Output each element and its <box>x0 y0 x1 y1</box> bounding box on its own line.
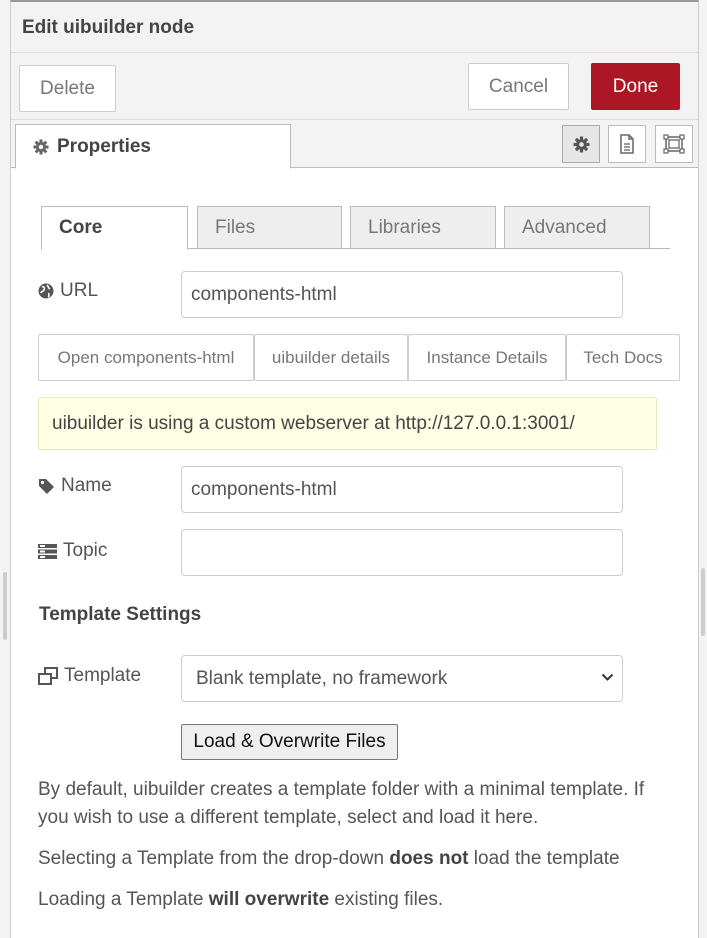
document-icon <box>620 134 634 154</box>
topic-label: Topic <box>38 540 107 562</box>
gear-icon <box>573 136 589 152</box>
load-overwrite-button[interactable]: Load & Overwrite Files <box>181 724 398 760</box>
chevron-down-icon <box>601 673 614 681</box>
help-p3-text: Loading a Template <box>38 889 209 910</box>
template-label-text: Template <box>64 665 142 686</box>
help-p2-text: Selecting a Template from the drop-down <box>38 848 390 869</box>
url-input[interactable]: components-html <box>181 271 623 318</box>
right-scrollbar[interactable] <box>701 568 705 636</box>
properties-content: Core Files Libraries Advanced URL compon… <box>11 168 698 938</box>
tag-icon <box>39 479 54 494</box>
tab-libraries[interactable]: Libraries <box>350 206 496 249</box>
frame-icon <box>663 134 685 154</box>
tab-advanced[interactable]: Advanced <box>504 206 650 249</box>
help-p3-bold: will overwrite <box>208 889 330 910</box>
topic-label-text: Topic <box>63 540 108 561</box>
delete-button[interactable]: Delete <box>19 65 116 112</box>
tray-header: Edit uibuilder node <box>11 2 698 53</box>
help-paragraph-3: Loading a Template will overwrite existi… <box>38 886 678 914</box>
help-p2-bold: does not <box>389 848 469 869</box>
uibuilder-details-button[interactable]: uibuilder details <box>254 334 408 381</box>
tab-properties[interactable]: Properties <box>15 124 291 169</box>
template-settings-heading: Template Settings <box>39 604 202 625</box>
settings-tab-button[interactable] <box>562 125 600 163</box>
url-label-text: URL <box>60 280 99 301</box>
topic-input[interactable] <box>181 529 623 576</box>
help-paragraph-2: Selecting a Template from the drop-down … <box>38 845 678 873</box>
tech-docs-button[interactable]: Tech Docs <box>566 334 680 381</box>
instance-details-button[interactable]: Instance Details <box>408 334 566 381</box>
edit-tray: Edit uibuilder node Delete Cancel Done P… <box>10 0 699 938</box>
help-paragraph-1: By default, uibuilder creates a template… <box>38 779 645 828</box>
clone-icon <box>38 667 58 685</box>
help-p3-tail: existing files. <box>329 889 444 910</box>
tab-properties-label: Properties <box>57 135 151 157</box>
tray-toolbar: Delete Cancel Done <box>11 53 698 120</box>
tray-title: Edit uibuilder node <box>22 17 195 38</box>
tab-files[interactable]: Files <box>197 206 342 249</box>
template-label: Template <box>38 665 141 687</box>
cancel-button[interactable]: Cancel <box>468 63 569 110</box>
webserver-notice: uibuilder is using a custom webserver at… <box>38 397 657 450</box>
template-select-value: Blank template, no framework <box>196 667 448 689</box>
gear-icon <box>33 139 49 154</box>
template-select[interactable]: Blank template, no framework <box>181 655 623 702</box>
tab-core[interactable]: Core <box>41 206 188 250</box>
appearance-tab-button[interactable] <box>655 125 693 163</box>
open-url-button[interactable]: Open components-html <box>38 334 254 381</box>
name-label-text: Name <box>61 475 112 496</box>
done-button[interactable]: Done <box>591 63 680 110</box>
left-scrollbar[interactable] <box>3 572 7 640</box>
help-p2-tail: load the template <box>468 848 620 869</box>
tasks-icon <box>38 543 57 559</box>
url-label: URL <box>38 280 98 302</box>
globe-icon <box>38 283 54 299</box>
properties-tab-row: Properties <box>11 120 698 169</box>
node-tabs: Core Files Libraries Advanced <box>41 205 670 250</box>
name-input[interactable]: components-html <box>181 466 623 513</box>
description-tab-button[interactable] <box>608 125 646 163</box>
name-label: Name <box>38 475 112 497</box>
